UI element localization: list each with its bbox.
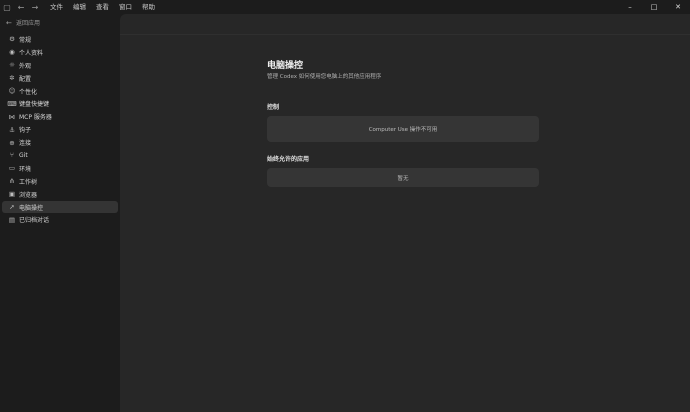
sidebar-item-archived-chats[interactable]: ▤ 已归档对话 — [2, 213, 118, 226]
sidebar-item-hooks[interactable]: ⚓ 钩子 — [2, 123, 118, 136]
maximize-button[interactable]: □ — [642, 0, 666, 14]
sidebar-item-label: 浏览器 — [19, 191, 38, 199]
sidebar-item-label: 键盘快捷键 — [19, 101, 50, 109]
sidebar-item-label: 个性化 — [19, 88, 38, 96]
minimize-button[interactable]: – — [618, 0, 642, 14]
sidebar-item-mcp-servers[interactable]: ⋈ MCP 服务器 — [2, 110, 118, 123]
sidebar-item-profile[interactable]: ◉ 个人资料 — [2, 46, 118, 59]
title-bar: ▢ ← → 文件 编辑 查看 窗口 帮助 – □ ✕ — [0, 0, 690, 14]
sidebar-toggle-icon[interactable]: ▢ — [0, 0, 14, 14]
hook-icon: ⚓ — [9, 125, 15, 134]
back-arrow-icon: ← — [6, 18, 12, 27]
sidebar-item-appearance[interactable]: ☼ 外观 — [2, 59, 118, 72]
sidebar-item-label: 环境 — [19, 165, 32, 173]
sidebar-item-general[interactable]: ⚙ 常规 — [2, 33, 118, 46]
git-icon: ⑂ — [10, 151, 14, 160]
menu-file[interactable]: 文件 — [50, 0, 63, 14]
sidebar-item-label: 工作树 — [19, 178, 38, 186]
control-status-text: Computer Use 操作不可用 — [368, 127, 438, 133]
sidebar-item-label: 已归档对话 — [19, 217, 50, 225]
sidebar-item-computer-use[interactable]: ➚ 电脑操控 — [2, 200, 118, 214]
allowed-apps-section-label: 始终允许的应用 — [267, 156, 310, 163]
sidebar-item-personalization[interactable]: ☺ 个性化 — [2, 85, 118, 98]
back-to-app-link[interactable]: ← 返回应用 — [0, 16, 120, 29]
back-to-app-label: 返回应用 — [16, 20, 41, 27]
sidebar-item-label: MCP 服务器 — [19, 114, 52, 122]
close-button[interactable]: ✕ — [666, 0, 690, 14]
sidebar-item-worktrees[interactable]: ⋔ 工作树 — [2, 175, 118, 188]
forward-arrow-icon[interactable]: → — [28, 0, 42, 14]
menu-bar: 文件 编辑 查看 窗口 帮助 — [50, 0, 165, 14]
back-arrow-icon[interactable]: ← — [14, 0, 28, 14]
server-icon: ⋈ — [8, 112, 16, 121]
sidebar-item-environment[interactable]: ▭ 环境 — [2, 162, 118, 175]
sidebar-item-keyboard-shortcuts[interactable]: ⌨ 键盘快捷键 — [2, 97, 118, 110]
computer-use-settings: 电脑操控 管理 Codex 如何使用您电脑上的其他应用程序 控制 Compute… — [267, 58, 539, 187]
settings-sidebar: ← 返回应用 ⚙ 常规 ◉ 个人资料 ☼ 外观 ✲ 配置 ☺ 个性化 ⌨ 键盘快捷键 ⋈ MC… — [0, 14, 120, 412]
settings-icon: ✲ — [9, 74, 15, 83]
menu-window[interactable]: 窗口 — [119, 0, 132, 14]
menu-view[interactable]: 查看 — [96, 0, 109, 14]
sidebar-item-label: 配置 — [19, 75, 32, 83]
sidebar-item-connections[interactable]: ⊕ 连接 — [2, 136, 118, 149]
sidebar-item-label: 电脑操控 — [19, 204, 44, 212]
sidebar-item-label: 个人资料 — [19, 49, 44, 57]
sidebar-item-label: 常规 — [19, 36, 32, 44]
tree-icon: ⋔ — [9, 177, 15, 186]
keyboard-icon: ⌨ — [7, 99, 17, 108]
menu-help[interactable]: 帮助 — [142, 0, 155, 14]
globe-icon: ⊕ — [9, 138, 15, 147]
sidebar-item-browser[interactable]: ▣ 浏览器 — [2, 188, 118, 201]
settings-main-panel: 电脑操控 管理 Codex 如何使用您电脑上的其他应用程序 控制 Compute… — [120, 14, 690, 412]
window-controls: – □ ✕ — [618, 0, 690, 14]
sidebar-item-label: Git — [19, 151, 28, 159]
monitor-icon: ▭ — [8, 164, 16, 173]
gear-icon: ⚙ — [9, 35, 15, 44]
sidebar-item-label: 外观 — [19, 62, 32, 70]
header-divider — [120, 34, 690, 35]
control-status-panel: Computer Use 操作不可用 — [267, 116, 539, 142]
page-title: 电脑操控 — [267, 61, 304, 71]
sun-icon: ☼ — [9, 61, 15, 70]
browser-icon: ▣ — [8, 190, 16, 199]
sidebar-item-label: 钩子 — [19, 127, 32, 135]
control-section-label: 控制 — [267, 104, 280, 111]
allowed-apps-panel: 暂无 — [267, 168, 539, 187]
cursor-icon: ➚ — [9, 203, 15, 212]
person-icon: ☺ — [8, 87, 16, 95]
user-icon: ◉ — [9, 48, 15, 57]
sidebar-item-label: 连接 — [19, 140, 32, 148]
archive-icon: ▤ — [8, 215, 16, 224]
allowed-apps-empty-text: 暂无 — [397, 175, 409, 182]
sidebar-item-config[interactable]: ✲ 配置 — [2, 72, 118, 85]
page-subtitle: 管理 Codex 如何使用您电脑上的其他应用程序 — [267, 74, 382, 80]
sidebar-item-git[interactable]: ⑂ Git — [2, 149, 118, 162]
menu-edit[interactable]: 编辑 — [73, 0, 86, 14]
